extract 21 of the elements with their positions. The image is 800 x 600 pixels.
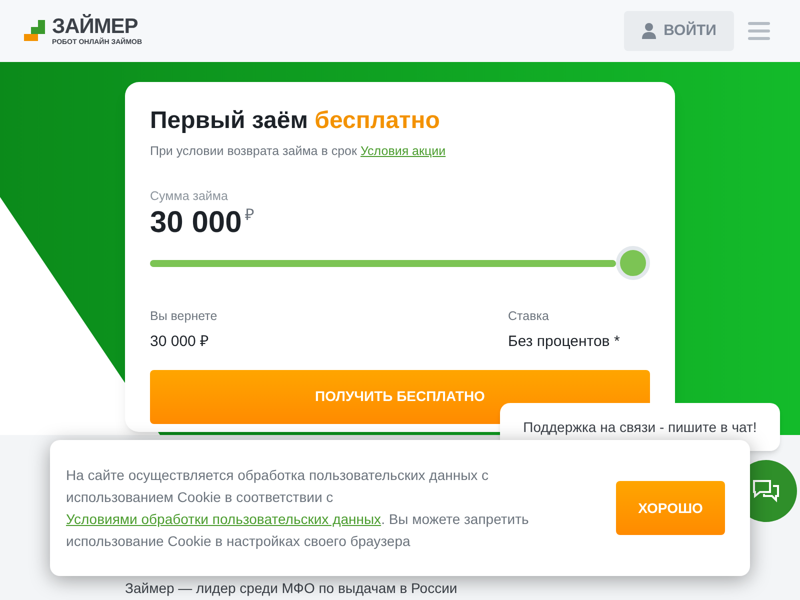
rate-label: Ставка (508, 308, 550, 324)
tagline-text: Займер — лидер среди МФО по выдачам в России (125, 579, 458, 598)
logo-icon (24, 20, 46, 42)
offer-subtitle: При условии возврата займа в срок Условия акции (150, 143, 447, 160)
logo-text: ЗАЙМЕР (52, 16, 138, 37)
offer-title: Первый заём бесплатно (150, 106, 441, 136)
currency-sign: ₽ (244, 208, 254, 224)
amount-value: 30 000 (150, 208, 242, 238)
menu-icon[interactable] (748, 22, 770, 40)
user-icon (642, 23, 656, 39)
chat-icon (751, 478, 781, 504)
terms-link[interactable]: Условия акции (360, 144, 446, 158)
cookie-notice-text: На сайте осуществляется обработка пользовательских данных с использованием Cookie в соответствии с Условиями обработки пользовательских данных. Вы можете запретить использование Cookie в настройках своего браузера (66, 466, 530, 551)
ok-button[interactable]: ХОРОШО (616, 481, 725, 535)
slider-thumb[interactable] (616, 246, 650, 280)
rate-value: Без процентов * (508, 332, 621, 352)
amount-label: Сумма займа (150, 188, 229, 205)
return-label: Вы вернете (150, 308, 218, 325)
privacy-terms-link[interactable]: Условиями обработки пользовательских данных (66, 511, 382, 527)
return-value: 30 000 ₽ (150, 332, 210, 352)
login-button[interactable]: ВОЙТИ (624, 11, 734, 51)
